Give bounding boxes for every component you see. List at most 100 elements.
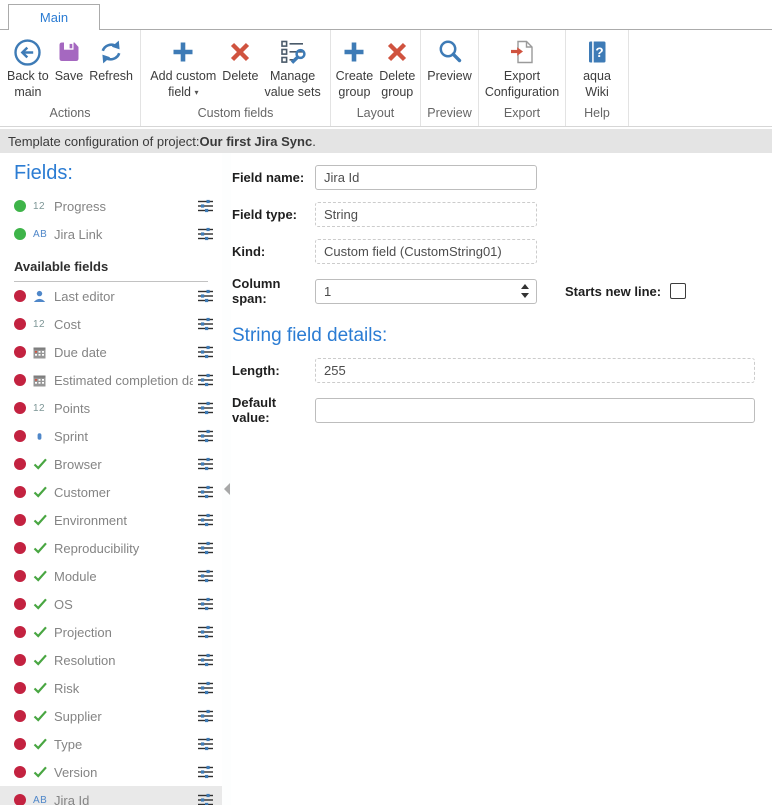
- ribbon-button-export-configuration[interactable]: Export Configuration: [482, 35, 562, 102]
- column-span-stepper[interactable]: [521, 284, 532, 298]
- drag-handle-icon[interactable]: [197, 317, 214, 331]
- panel-splitter[interactable]: [222, 153, 231, 805]
- tab-main[interactable]: Main: [8, 4, 100, 30]
- field-item-os[interactable]: OS: [0, 590, 222, 618]
- ribbon-button-save[interactable]: Save: [52, 35, 87, 85]
- field-item-label: Type: [54, 737, 193, 752]
- ribbon-button-manage-value-sets[interactable]: Manage value sets: [261, 35, 323, 102]
- ribbon-group-layout: Create groupDelete groupLayout: [331, 30, 421, 126]
- ribbon-button-create-group[interactable]: Create group: [333, 35, 377, 102]
- ribbon-button-add-custom-field[interactable]: Add custom field ▾: [147, 35, 219, 102]
- field-item-module[interactable]: Module: [0, 562, 222, 590]
- field-item-type[interactable]: Type: [0, 730, 222, 758]
- ribbon-toolbar: Back to mainSaveRefreshActionsAdd custom…: [0, 30, 772, 127]
- drag-handle-icon[interactable]: [197, 429, 214, 443]
- drag-handle-icon[interactable]: [197, 485, 214, 499]
- status-dot-red: [14, 738, 26, 750]
- ribbon-button-back-to-main[interactable]: Back to main: [4, 35, 52, 102]
- field-item-reproducibility[interactable]: Reproducibility: [0, 534, 222, 562]
- column-span-input[interactable]: 1: [315, 279, 537, 304]
- drag-handle-icon[interactable]: [197, 227, 214, 241]
- kind-label: Kind:: [232, 244, 315, 259]
- drag-handle-icon[interactable]: [197, 681, 214, 695]
- drag-handle-icon[interactable]: [197, 373, 214, 387]
- drag-handle-icon[interactable]: [197, 569, 214, 583]
- ribbon-button-label: Manage value sets: [264, 68, 320, 101]
- available-fields-list: Last editor 12CostDue dateEstimated compl…: [0, 282, 222, 805]
- drag-handle-icon[interactable]: [197, 541, 214, 555]
- number-type-icon: 12: [33, 319, 54, 330]
- field-item-environment[interactable]: Environment: [0, 506, 222, 534]
- status-dot-green: [14, 200, 26, 212]
- drag-handle-icon[interactable]: [197, 793, 214, 805]
- field-type-row: Field type: String: [232, 202, 772, 227]
- starts-new-line-label: Starts new line:: [565, 284, 661, 299]
- field-item-jira-link[interactable]: ABJira Link: [0, 220, 222, 248]
- field-item-label: Customer: [54, 485, 193, 500]
- check-icon: [33, 654, 54, 666]
- add-icon: [340, 36, 368, 68]
- field-item-version[interactable]: Version: [0, 758, 222, 786]
- dropdown-caret-icon: ▾: [194, 88, 198, 97]
- svg-text:?: ?: [595, 45, 603, 60]
- field-item-resolution[interactable]: Resolution: [0, 646, 222, 674]
- spinner-up-icon[interactable]: [521, 284, 529, 289]
- field-type-label: Field type:: [232, 207, 315, 222]
- field-item-supplier[interactable]: Supplier: [0, 702, 222, 730]
- default-value-label: Default value:: [232, 395, 315, 425]
- field-item-points[interactable]: 12Points: [0, 394, 222, 422]
- ribbon-group-label: Preview: [421, 106, 478, 126]
- default-value-input[interactable]: [315, 398, 755, 423]
- drag-handle-icon[interactable]: [197, 737, 214, 751]
- drag-handle-icon[interactable]: [197, 709, 214, 723]
- assigned-fields-list: 12ProgressABJira Link: [0, 192, 222, 248]
- ribbon-button-preview[interactable]: Preview: [424, 35, 474, 85]
- number-type-icon: 12: [33, 201, 54, 212]
- field-name-input[interactable]: Jira Id: [315, 165, 537, 190]
- field-item-customer[interactable]: Customer: [0, 478, 222, 506]
- field-item-due-date[interactable]: Due date: [0, 338, 222, 366]
- drag-handle-icon[interactable]: [197, 199, 214, 213]
- field-item-progress[interactable]: 12Progress: [0, 192, 222, 220]
- drag-handle-icon[interactable]: [197, 289, 214, 303]
- field-item-last-editor[interactable]: Last editor: [0, 282, 222, 310]
- drag-handle-icon[interactable]: [197, 653, 214, 667]
- field-item-cost[interactable]: 12Cost: [0, 310, 222, 338]
- field-item-label: Last editor: [54, 289, 193, 304]
- spinner-down-icon[interactable]: [521, 293, 529, 298]
- field-item-risk[interactable]: Risk: [0, 674, 222, 702]
- drag-handle-icon[interactable]: [197, 597, 214, 611]
- ribbon-button-label: Back to main: [7, 68, 49, 101]
- number-type-icon: 12: [33, 403, 54, 414]
- calendar-icon: [33, 374, 54, 387]
- ribbon-button-label: aqua Wiki: [583, 68, 611, 101]
- delete-icon: [226, 36, 254, 68]
- starts-new-line-checkbox[interactable]: [670, 283, 686, 299]
- status-dot-red: [14, 402, 26, 414]
- ribbon-button-label: Delete: [222, 68, 258, 84]
- ribbon-button-refresh[interactable]: Refresh: [86, 35, 136, 85]
- field-item-label: Risk: [54, 681, 193, 696]
- field-item-estimated-completion-date[interactable]: Estimated completion date: [0, 366, 222, 394]
- field-item-sprint[interactable]: Sprint: [0, 422, 222, 450]
- drag-handle-icon[interactable]: [197, 457, 214, 471]
- ribbon-button-delete-group[interactable]: Delete group: [376, 35, 418, 102]
- ribbon-button-aqua-wiki[interactable]: ? aqua Wiki: [580, 35, 614, 102]
- length-input: 255: [315, 358, 755, 383]
- status-dot-red: [14, 766, 26, 778]
- wiki-icon: ?: [583, 36, 611, 68]
- check-icon: [33, 458, 54, 470]
- splitter-collapse-icon[interactable]: [224, 483, 230, 495]
- status-dot-red: [14, 710, 26, 722]
- field-item-projection[interactable]: Projection: [0, 618, 222, 646]
- field-item-browser[interactable]: Browser: [0, 450, 222, 478]
- field-item-jira-id[interactable]: ABJira Id: [0, 786, 222, 805]
- drag-handle-icon[interactable]: [197, 345, 214, 359]
- drag-handle-icon[interactable]: [197, 625, 214, 639]
- drag-handle-icon[interactable]: [197, 513, 214, 527]
- drag-handle-icon[interactable]: [197, 401, 214, 415]
- preview-icon: [436, 36, 464, 68]
- column-span-row: Column span: 1 Starts new line:: [232, 276, 772, 306]
- drag-handle-icon[interactable]: [197, 765, 214, 779]
- ribbon-button-delete[interactable]: Delete: [219, 35, 261, 85]
